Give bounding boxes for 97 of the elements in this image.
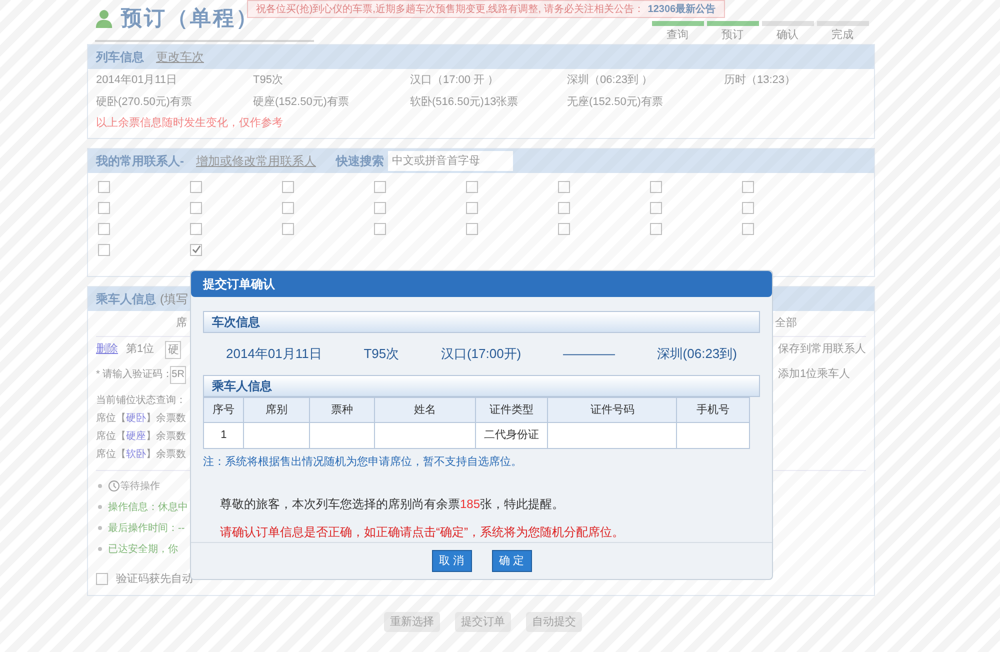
confirm-warning: 请确认订单信息是否正确，如正确请点击“确定”，系统将为您随机分配席位。 (219, 524, 625, 540)
step-label: 查询 (666, 28, 688, 42)
delete-link[interactable]: 删除 (96, 341, 118, 358)
contact-checkbox[interactable] (98, 202, 110, 214)
bullet-icon (98, 505, 102, 509)
contact-checkbox[interactable] (650, 222, 662, 234)
ticket-price: 软卧(516.50元)13张票 (410, 94, 520, 110)
step-label: 确认 (776, 28, 798, 42)
ticket-price: 硬座(152.50元)有票 (253, 94, 350, 110)
contact-checkbox[interactable] (190, 244, 202, 256)
ticket-price: 无座(152.50元)有票 (567, 94, 664, 110)
status-message: 操作信息：休息中 (108, 500, 188, 514)
contact-checkbox[interactable] (742, 202, 754, 214)
subsection-header: 乘车人信息 (203, 375, 760, 397)
section-title: 我的常用联系人- (96, 152, 184, 170)
contact-checkbox[interactable] (282, 222, 294, 234)
journey-detail: T95次 (364, 345, 400, 364)
subsection-header: 车次信息 (203, 311, 760, 333)
contact-checkbox[interactable] (650, 180, 662, 192)
contact-checkbox[interactable] (558, 202, 570, 214)
train-detail: 2014年01月11日 (96, 73, 178, 88)
contact-checkbox[interactable] (374, 180, 386, 192)
search-field[interactable]: 中文或拼音首字母 (388, 150, 513, 170)
journey-detail: ———— (562, 345, 615, 364)
select-all-label: 全部 (775, 316, 797, 331)
contact-checkbox[interactable] (190, 180, 202, 192)
contact-checkbox[interactable] (98, 180, 110, 192)
seat-note: 注：系统将根据售出情况随机为您申请席位，暂不支持自选席位。 (203, 454, 523, 470)
train-detail: 汉口（17:00 开 ） (410, 73, 500, 88)
contact-checkbox[interactable] (374, 222, 386, 234)
notice-link[interactable]: 12306最新公告 (648, 2, 716, 16)
column-header: 票种 (309, 398, 375, 422)
bullet-icon (98, 547, 102, 551)
section-hint: (填写 (160, 290, 188, 308)
journey-detail: 深圳(06:23到) (656, 345, 737, 364)
contact-checkbox[interactable] (650, 202, 662, 214)
section-title: 列车信息 (96, 49, 144, 66)
ticket-price: 硬卧(270.50元)有票 (96, 94, 193, 110)
position-label: 第1位 (126, 342, 154, 358)
table-cell: 1 (204, 422, 244, 448)
action-button[interactable]: 提交订单 (455, 612, 511, 632)
dialog-button[interactable]: 取 消 (432, 550, 472, 572)
seat-status: 席位【硬座】余票数 (96, 430, 186, 444)
add-passenger-option: 添加1位乘车人 (778, 366, 866, 383)
train-detail: T95次 (253, 73, 284, 88)
contact-checkbox[interactable] (558, 222, 570, 234)
train-detail: 深圳（06:23到 ） (567, 73, 654, 88)
contact-checkbox[interactable] (742, 180, 754, 192)
contact-checkbox[interactable] (282, 202, 294, 214)
contact-checkbox[interactable] (282, 180, 294, 192)
contact-checkbox[interactable] (466, 202, 478, 214)
bullet-icon (98, 526, 102, 530)
status-title: 当前铺位状态查询： (96, 394, 186, 408)
status-message: 等待操作 (120, 480, 160, 494)
seat-status: 席位【硬卧】余票数 (96, 412, 186, 426)
contact-checkbox[interactable] (466, 180, 478, 192)
contact-checkbox[interactable] (190, 202, 202, 214)
column-header: 手机号 (676, 398, 750, 422)
dialog-title: 提交订单确认 (191, 271, 772, 297)
contact-checkbox[interactable] (190, 222, 202, 234)
train-detail: 历时（13:23） (724, 73, 797, 88)
contact-checkbox[interactable] (558, 180, 570, 192)
column-header: 证件类型 (475, 398, 548, 422)
step-label: 预订 (722, 28, 744, 42)
seat-select[interactable]: 硬 (165, 340, 182, 358)
clock-icon (108, 480, 120, 492)
contact-checkbox[interactable] (374, 202, 386, 214)
availability-note: 以上余票信息随时发生变化，仅作参考 (96, 116, 283, 131)
action-button[interactable]: 自动提交 (526, 612, 582, 632)
seat-status: 席位【软卧】余票数 (96, 448, 186, 462)
column-header: 姓名 (374, 398, 476, 422)
bullet-icon (98, 484, 102, 488)
journey-detail: 2014年01月11日 (226, 345, 322, 364)
save-contact-option: 保存到常用联系人 (778, 341, 866, 358)
status-message: 最后操作时间：-- (108, 522, 185, 536)
journey-detail: 汉口(17:00开) (440, 345, 522, 364)
section-title: 乘车人信息 (96, 290, 156, 308)
edit-contacts-link[interactable]: 增加或修改常用联系人 (196, 152, 316, 170)
auto-submit-checkbox[interactable] (96, 572, 108, 585)
column-header: 证件号码 (548, 398, 677, 422)
dialog-button[interactable]: 确 定 (492, 550, 532, 572)
search-label: 快速搜索 (336, 152, 384, 170)
contact-checkbox[interactable] (98, 244, 110, 256)
contact-checkbox[interactable] (98, 222, 110, 234)
action-button[interactable]: 重新选择 (384, 612, 440, 632)
person-icon (95, 8, 113, 29)
change-train-link[interactable]: 更改车次 (156, 48, 204, 66)
step-label: 完成 (832, 28, 854, 42)
contact-checkbox[interactable] (742, 222, 754, 234)
column-header: 席 (176, 316, 187, 331)
column-header: 席别 (244, 398, 310, 422)
table-cell: 二代身份证 (475, 422, 548, 448)
column-header: 序号 (204, 398, 244, 422)
contact-checkbox[interactable] (466, 222, 478, 234)
status-message: 已达安全期，你 (108, 542, 178, 556)
remaining-tickets-message: 尊敬的旅客，本次列车您选择的席别尚有余票185张，特此提醒。 (219, 496, 566, 512)
captcha-field[interactable]: 5R (170, 366, 186, 384)
